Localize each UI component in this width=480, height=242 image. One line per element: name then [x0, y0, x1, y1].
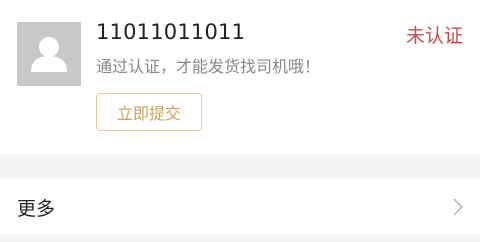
phone-number: 11011011011 [96, 20, 246, 44]
more-menu-item[interactable]: 更多 [0, 179, 480, 234]
section-divider [0, 154, 480, 179]
chevron-right-icon [453, 198, 463, 216]
user-placeholder-icon [17, 22, 81, 86]
bottom-divider [0, 234, 480, 242]
account-page: 11011011011 通过认证，才能发货找司机哦！ 未认证 立即提交 更多 [0, 0, 480, 242]
verification-hint: 通过认证，才能发货找司机哦！ [96, 57, 321, 76]
submit-verification-button[interactable]: 立即提交 [96, 93, 202, 131]
verification-status-badge: 未认证 [405, 25, 463, 47]
more-label: 更多 [17, 198, 56, 220]
avatar[interactable] [17, 22, 81, 86]
profile-card: 11011011011 通过认证，才能发货找司机哦！ 未认证 立即提交 [0, 0, 480, 154]
